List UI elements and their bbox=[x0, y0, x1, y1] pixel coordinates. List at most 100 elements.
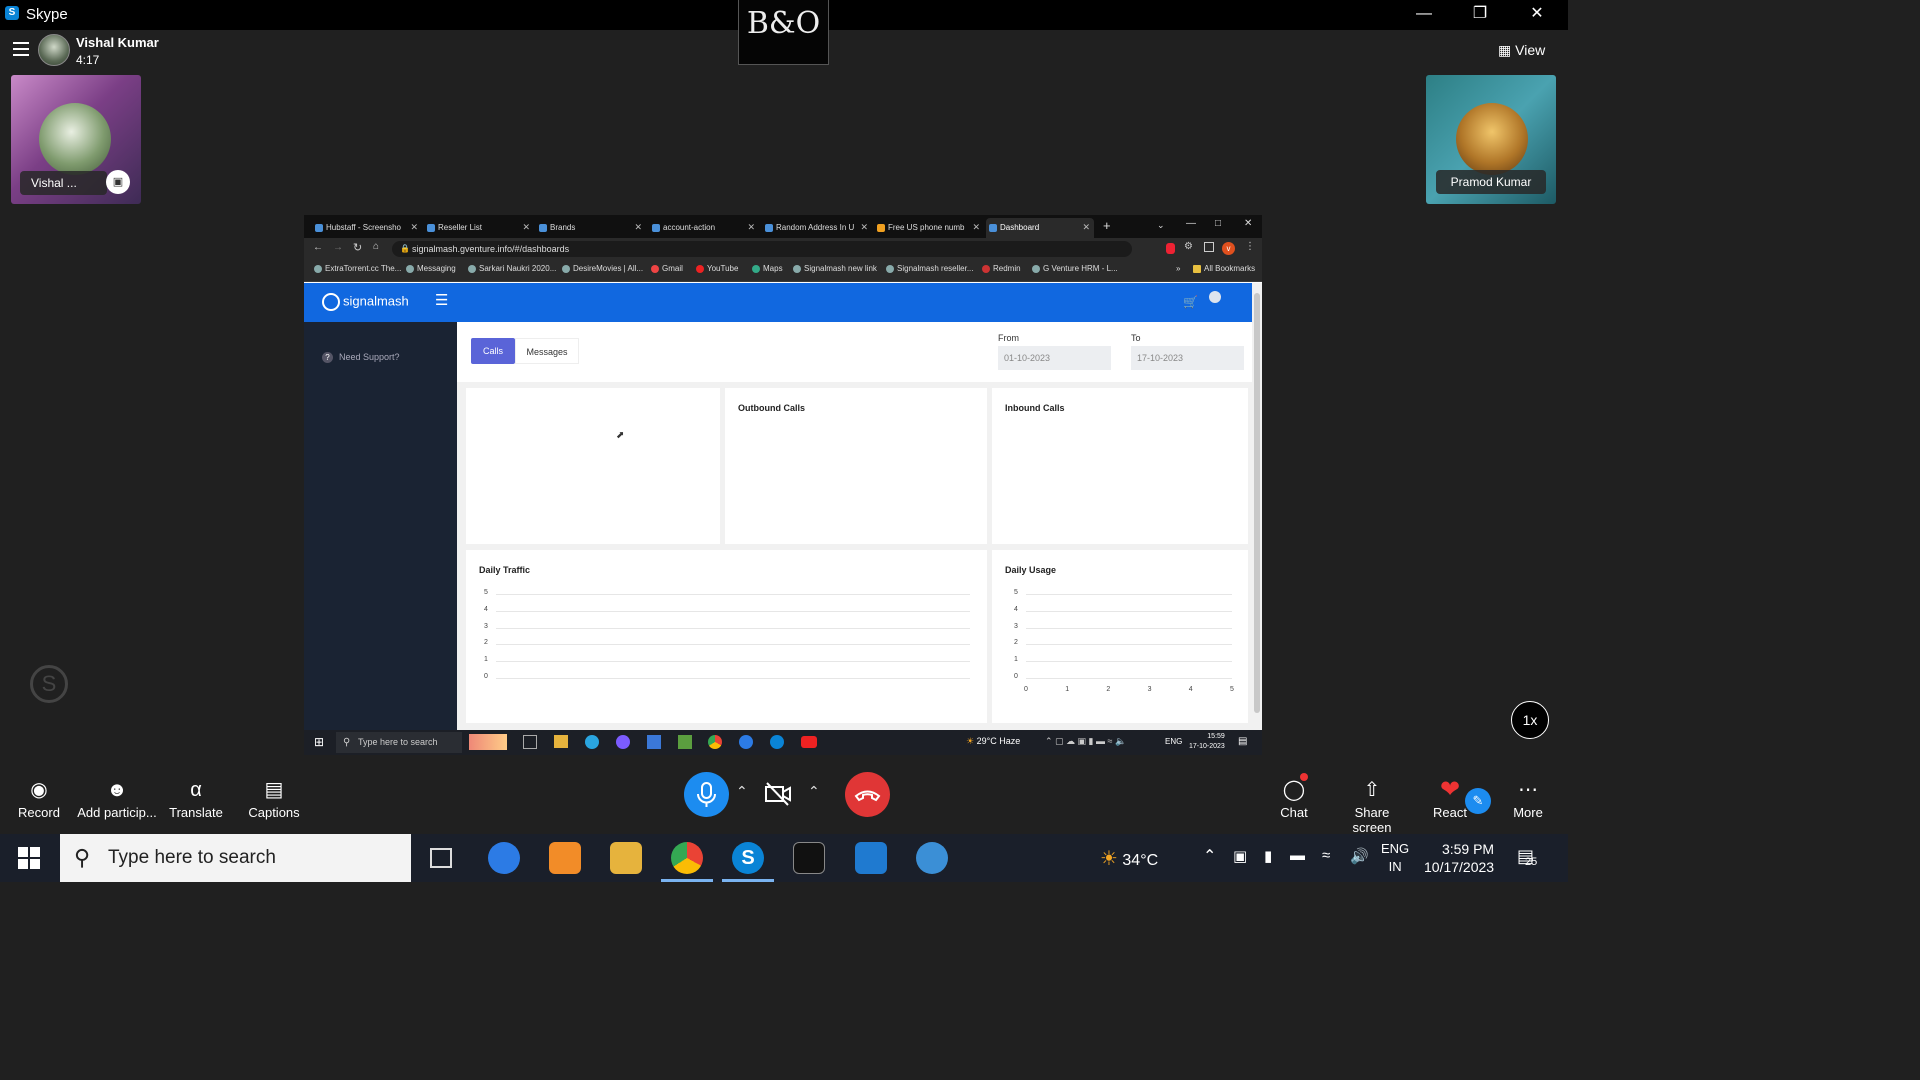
bookmark-item[interactable]: Signalmash new link bbox=[793, 264, 877, 273]
tab-dashboard[interactable]: Dashboard ✕ bbox=[986, 218, 1094, 238]
windows-start-icon[interactable] bbox=[18, 847, 40, 869]
avatar[interactable] bbox=[38, 34, 70, 66]
tab-free-us-phone[interactable]: Free US phone numb ✕ bbox=[874, 218, 984, 238]
participant-video-tile[interactable]: Pramod Kumar bbox=[1426, 75, 1556, 204]
home-icon[interactable]: ⌂ bbox=[373, 241, 379, 252]
browser-close-button[interactable]: ✕ bbox=[1244, 218, 1252, 229]
inner-app-icon[interactable] bbox=[647, 735, 661, 749]
chat-button[interactable]: ◯ Chat bbox=[1270, 773, 1318, 820]
language-indicator[interactable]: ENG IN bbox=[1381, 840, 1409, 876]
volume-icon[interactable]: 🔊 bbox=[1350, 847, 1369, 865]
tab-messages[interactable]: Messages bbox=[515, 338, 579, 364]
inner-hubstaff-icon[interactable] bbox=[739, 735, 753, 749]
tab-calls[interactable]: Calls bbox=[471, 338, 515, 364]
skype-app-icon[interactable]: S bbox=[732, 842, 764, 874]
share-screen-button[interactable]: ⇧ Share screen bbox=[1334, 775, 1410, 835]
hamburger-menu-icon[interactable] bbox=[13, 42, 29, 56]
weather-widget[interactable]: ☀ 34°C bbox=[1100, 846, 1158, 871]
bookmark-item[interactable]: Signalmash reseller... bbox=[886, 264, 973, 273]
cart-icon[interactable]: 🛒 bbox=[1183, 295, 1198, 309]
bookmark-item[interactable]: YouTube bbox=[696, 264, 738, 273]
bookmark-item[interactable]: Maps bbox=[752, 264, 783, 273]
bookmark-item[interactable]: Gmail bbox=[651, 264, 683, 273]
inner-skype-icon[interactable] bbox=[770, 735, 784, 749]
record-button[interactable]: ◉ Record bbox=[12, 775, 66, 820]
meet-now-icon[interactable]: ▣ bbox=[1233, 847, 1247, 865]
dolphin-app-icon[interactable] bbox=[916, 842, 948, 874]
end-call-button[interactable] bbox=[845, 772, 890, 817]
task-view-icon[interactable] bbox=[430, 848, 452, 868]
tab-account-action[interactable]: account-action ✕ bbox=[649, 218, 759, 238]
all-bookmarks[interactable]: All Bookmarks bbox=[1193, 264, 1255, 273]
translate-button[interactable]: α Translate bbox=[166, 775, 226, 820]
add-participants-button[interactable]: ☻ Add particip... bbox=[76, 775, 158, 820]
captions-button[interactable]: ▤ Captions bbox=[244, 775, 304, 820]
inner-youtube-icon[interactable] bbox=[801, 736, 817, 748]
new-tab-button[interactable]: + bbox=[1103, 218, 1111, 233]
tab-brands[interactable]: Brands ✕ bbox=[536, 218, 646, 238]
playback-speed-button[interactable]: 1x bbox=[1511, 701, 1549, 739]
reload-icon[interactable]: ↻ bbox=[353, 241, 362, 254]
inner-notification-icon[interactable]: ▤ bbox=[1238, 736, 1247, 747]
inner-search-input[interactable]: ⚲ Type here to search bbox=[336, 732, 462, 753]
puzzle-icon[interactable]: ⚙ bbox=[1184, 241, 1193, 252]
tab-reseller-list[interactable]: Reseller List ✕ bbox=[424, 218, 534, 238]
bookmark-item[interactable]: Redmin bbox=[982, 264, 1021, 273]
need-support-link[interactable]: ? Need Support? bbox=[322, 352, 400, 363]
bookmark-item[interactable]: Messaging bbox=[406, 264, 456, 273]
to-date-input[interactable]: 17-10-2023 bbox=[1131, 346, 1244, 370]
page-scrollbar[interactable] bbox=[1252, 283, 1262, 730]
sidepanel-icon[interactable] bbox=[1204, 242, 1214, 252]
terminal-app-icon[interactable] bbox=[793, 842, 825, 874]
kebab-menu-icon[interactable]: ⋮ bbox=[1245, 241, 1255, 252]
camera-options-chevron-icon[interactable]: ⌃ bbox=[808, 783, 820, 800]
hubstaff-app-icon[interactable] bbox=[488, 842, 520, 874]
sidebar-toggle-icon[interactable]: ☰ bbox=[435, 291, 448, 309]
bookmark-item[interactable]: G Venture HRM - L... bbox=[1032, 264, 1118, 273]
inner-taskview-icon[interactable] bbox=[523, 735, 537, 749]
inner-app-icon[interactable] bbox=[616, 735, 630, 749]
back-arrow-icon[interactable]: ← bbox=[313, 242, 323, 253]
signalmash-logo[interactable]: signalmash bbox=[322, 293, 409, 311]
camera-toggle-button[interactable] bbox=[764, 780, 792, 808]
battery-icon[interactable]: ▬ bbox=[1290, 847, 1305, 864]
tab-random-address[interactable]: Random Address In U ✕ bbox=[762, 218, 872, 238]
user-avatar[interactable] bbox=[1209, 291, 1221, 303]
inner-edge-icon[interactable] bbox=[585, 735, 599, 749]
inner-explorer-icon[interactable] bbox=[554, 735, 568, 748]
inner-start-icon[interactable]: ⊞ bbox=[314, 735, 324, 749]
forward-arrow-icon[interactable]: → bbox=[333, 242, 343, 253]
bookmark-item[interactable]: DesireMovies | All... bbox=[562, 264, 643, 273]
inner-tray-icons[interactable]: ⌃ ▢ ☁ ▣ ▮ ▬ ≈ 🔈 bbox=[1045, 736, 1126, 747]
inner-clock[interactable]: 15:59 17-10-2023 bbox=[1189, 732, 1225, 752]
inner-lang[interactable]: ENG bbox=[1165, 737, 1182, 746]
taskbar-search-input[interactable]: ⚲ Type here to search bbox=[60, 834, 411, 882]
show-hidden-icons-chevron-icon[interactable]: ⌃ bbox=[1203, 846, 1216, 866]
inner-chrome-icon[interactable] bbox=[708, 735, 722, 749]
pen-icon[interactable]: ✎ bbox=[1465, 788, 1491, 814]
microphone-tray-icon[interactable]: ▮ bbox=[1264, 847, 1272, 865]
profile-avatar[interactable]: v bbox=[1222, 242, 1235, 255]
bookmark-item[interactable]: ExtraTorrent.cc The... bbox=[314, 264, 401, 273]
sublime-app-icon[interactable] bbox=[549, 842, 581, 874]
mic-options-chevron-icon[interactable]: ⌃ bbox=[736, 783, 748, 800]
camera-off-icon[interactable]: ▣ bbox=[106, 170, 130, 194]
taskbar-clock[interactable]: 3:59 PM 10/17/2023 bbox=[1424, 840, 1494, 876]
wifi-icon[interactable]: ≈ bbox=[1322, 847, 1330, 864]
notification-center-button[interactable]: ▤ 25 bbox=[1517, 846, 1537, 868]
close-button[interactable]: ✕ bbox=[1517, 4, 1557, 26]
from-date-input[interactable]: 01-10-2023 bbox=[998, 346, 1111, 370]
url-input[interactable]: 🔒 signalmash.gventure.info/#/dashboards bbox=[392, 241, 1132, 257]
inner-app-icon[interactable] bbox=[678, 735, 692, 749]
view-button[interactable]: ▦ View bbox=[1498, 42, 1545, 59]
more-button[interactable]: ⋯ More bbox=[1506, 775, 1550, 820]
tab-hubstaff[interactable]: Hubstaff - Screensho ✕ bbox=[312, 218, 422, 238]
browser-minimize-button[interactable]: — bbox=[1186, 218, 1196, 229]
tab-search-icon[interactable]: ⌄ bbox=[1157, 220, 1165, 231]
microphone-button[interactable] bbox=[684, 772, 729, 817]
bookmarks-overflow-icon[interactable]: » bbox=[1176, 264, 1180, 273]
bookmark-item[interactable]: Sarkari Naukri 2020... bbox=[468, 264, 556, 273]
browser-restore-button[interactable]: □ bbox=[1215, 218, 1221, 229]
file-explorer-icon[interactable] bbox=[610, 842, 642, 874]
chrome-app-icon[interactable] bbox=[671, 842, 703, 874]
